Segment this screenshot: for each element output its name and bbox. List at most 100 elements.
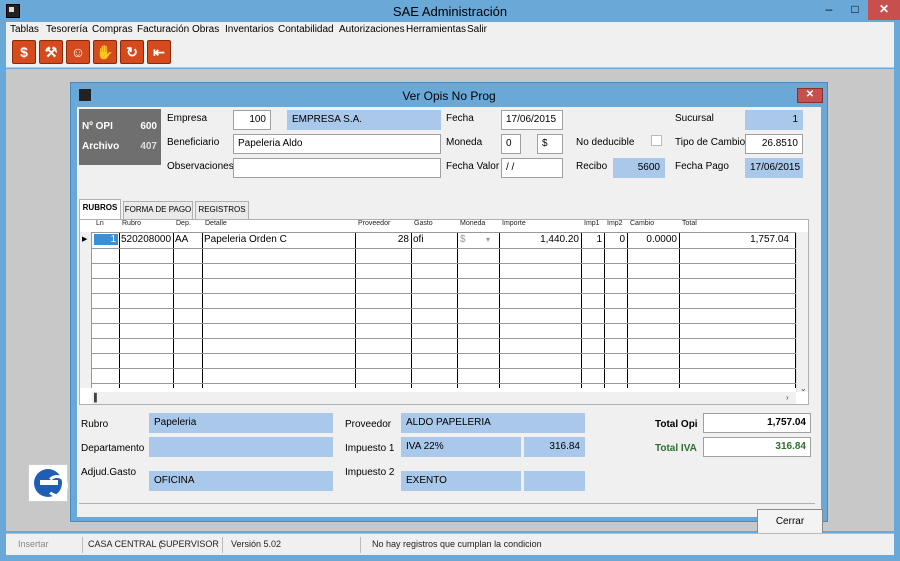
no-deducible-checkbox[interactable] (651, 135, 662, 146)
tab-rubros[interactable]: RUBROS (79, 199, 121, 219)
cell-total[interactable]: 1,757.04 (681, 234, 789, 245)
impuesto1-amount-field: 316.84 (524, 437, 585, 457)
fecha-valor-field[interactable]: / / (501, 158, 563, 178)
cerrar-button[interactable]: Cerrar (757, 509, 823, 535)
dialog-close-button[interactable]: ✕ (797, 88, 823, 103)
col-ln: Ln (96, 220, 104, 227)
cell-ln[interactable]: 1 (94, 234, 118, 245)
cell-moneda[interactable]: $ (460, 234, 466, 245)
fecha-label: Fecha (446, 113, 474, 124)
scroll-right-icon[interactable]: › (786, 393, 789, 402)
impuesto2-label: Impuesto 2 (345, 467, 395, 478)
wrench-icon[interactable]: ⚒ (39, 40, 63, 64)
moneda-dropdown-icon[interactable]: ▾ (486, 235, 490, 244)
opi-label: Nº OPI (82, 121, 113, 132)
archivo-label: Archivo (82, 141, 120, 152)
proveedor-field: ALDO PAPELERIA (401, 413, 585, 433)
current-row-arrow-icon: ▶ (82, 236, 88, 243)
menu-bar: Tablas Tesorería Compras Facturación Obr… (6, 22, 894, 38)
no-deducible-label: No deducible (576, 137, 635, 148)
horizontal-scrollbar[interactable]: ▌ › (92, 392, 796, 404)
exit-icon[interactable]: ⇤ (147, 40, 171, 64)
col-imp1: Imp1 (584, 220, 600, 227)
menu-obras[interactable]: Obras (192, 24, 219, 35)
col-gasto: Gasto (414, 220, 433, 227)
proveedor-label: Proveedor (345, 419, 392, 430)
col-rubro: Rubro (122, 220, 142, 227)
menu-autorizaciones[interactable]: Autorizaciones (339, 24, 405, 35)
app-title: SAE Administración (392, 4, 508, 19)
cell-cambio[interactable]: 0.0000 (629, 234, 677, 245)
maximize-button[interactable]: □ (842, 0, 868, 20)
col-cambio: Cambio (630, 220, 655, 227)
refresh-icon[interactable]: ↻ (120, 40, 144, 64)
menu-tablas[interactable]: Tablas (10, 24, 39, 35)
total-opi-label: Total Opi (655, 419, 698, 430)
fecha-valor-label: Fecha Valor (446, 161, 500, 172)
adjud-gasto-label: Adjud.Gasto (81, 467, 137, 478)
empresa-code-field[interactable]: 100 (233, 110, 271, 130)
departamento-label: Departamento (81, 443, 145, 454)
menu-salir[interactable]: Salir (467, 24, 487, 35)
close-button[interactable]: ✕ (868, 0, 900, 20)
menu-facturacion[interactable]: Facturación (137, 24, 189, 35)
total-opi-field: 1,757.04 (703, 413, 811, 433)
status-user: SUPERVISOR (160, 539, 219, 549)
menu-inventarios[interactable]: Inventarios (225, 24, 274, 35)
rubro-label: Rubro (81, 419, 109, 430)
cell-dep[interactable]: AA (175, 234, 188, 245)
cell-imp2[interactable]: 0 (606, 234, 625, 245)
worker-icon[interactable]: ☺ (66, 40, 90, 64)
minimize-button[interactable]: – (816, 0, 842, 20)
dialog-titlebar: Ver Opis No Prog ✕ (71, 83, 827, 107)
impuesto2-name-field: EXENTO (401, 471, 521, 491)
rubros-grid[interactable]: Ln Rubro Dep. Detalle Proveedor Gasto Mo… (79, 219, 809, 405)
col-imp2: Imp2 (607, 220, 623, 227)
status-branch: CASA CENTRAL ( (88, 539, 162, 549)
menu-contabilidad[interactable]: Contabilidad (278, 24, 334, 35)
recibo-field: 5600 (613, 158, 665, 178)
cell-rubro[interactable]: 520208000 (121, 234, 171, 245)
cell-detalle[interactable]: Papeleria Orden C (204, 234, 287, 245)
cell-gasto[interactable]: ofi (413, 234, 424, 245)
beneficiario-field[interactable]: Papeleria Aldo (233, 134, 441, 154)
menu-compras[interactable]: Compras (92, 24, 133, 35)
vertical-scrollbar[interactable]: ⌄ (796, 232, 808, 393)
menu-herramientas[interactable]: Herramientas (406, 24, 466, 35)
sucursal-field: 1 (745, 110, 803, 130)
menu-tesoreria[interactable]: Tesorería (46, 24, 88, 35)
col-total: Total (682, 220, 697, 227)
tipo-cambio-label: Tipo de Cambio (675, 137, 746, 148)
fecha-field[interactable]: 17/06/2015 (501, 110, 563, 130)
dollar-icon[interactable]: $ (12, 40, 36, 64)
observaciones-field[interactable] (233, 158, 441, 178)
fecha-pago-label: Fecha Pago (675, 161, 729, 172)
cell-importe[interactable]: 1,440.20 (501, 234, 579, 245)
cell-imp1[interactable]: 1 (583, 234, 602, 245)
status-mode: Insertar (18, 539, 49, 549)
scroll-down-icon[interactable]: ⌄ (800, 384, 807, 393)
cell-proveedor[interactable]: 28 (357, 234, 409, 245)
moneda-label: Moneda (446, 137, 483, 148)
scroll-thumb[interactable]: ▌ (94, 393, 100, 402)
moneda-code-field[interactable]: 0 (501, 134, 521, 154)
observaciones-label: Observaciones (167, 161, 234, 172)
rubro-detail-field: Papeleria (149, 413, 333, 433)
row-indicator-column: ▶ (80, 232, 92, 388)
departamento-field (149, 437, 333, 457)
logo-e-icon (34, 469, 68, 497)
impuesto2-amount-field (524, 471, 585, 491)
moneda-symbol-field[interactable]: $ (537, 134, 563, 154)
impuesto1-label: Impuesto 1 (345, 443, 395, 454)
total-iva-field: 316.84 (703, 437, 811, 457)
tab-registros[interactable]: REGISTROS (195, 201, 249, 219)
toolbar: $ ⚒ ☺ ✋ ↻ ⇤ (6, 38, 894, 68)
impuesto1-name-field: IVA 22% (401, 437, 521, 457)
tab-forma-de-pago[interactable]: FORMA DE PAGO (123, 201, 193, 219)
empresa-label: Empresa (167, 113, 208, 124)
opi-box: Nº OPI 600 Archivo 407 (79, 109, 161, 165)
dialog-body: Nº OPI 600 Archivo 407 Empresa 100 EMPRE… (77, 107, 823, 535)
hand-icon[interactable]: ✋ (93, 40, 117, 64)
tipo-cambio-field[interactable]: 26.8510 (745, 134, 803, 154)
beneficiario-label: Beneficiario (167, 137, 220, 148)
